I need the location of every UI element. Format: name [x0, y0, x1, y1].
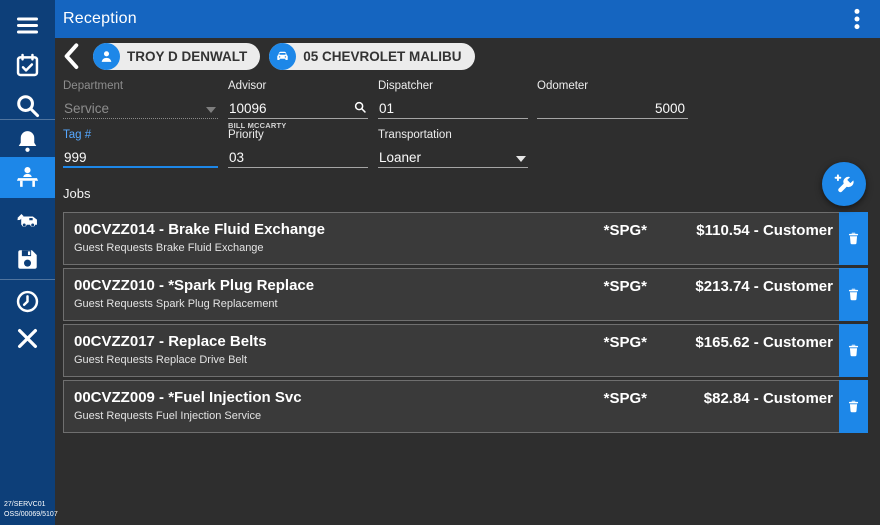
tag-label: Tag #	[63, 129, 92, 141]
sidebar-divider	[0, 119, 55, 120]
job-price: $110.54 - Customer	[696, 222, 833, 239]
calendar-check-icon	[16, 53, 39, 76]
transportation-field: Transportation Loaner	[378, 129, 528, 168]
jobs-section-label: Jobs	[63, 186, 91, 201]
job-spg-badge: *SPG*	[603, 390, 647, 407]
back-chevron-icon	[64, 43, 79, 70]
job-row[interactable]: 00CVZZ009 - *Fuel Injection Svc Guest Re…	[63, 380, 868, 433]
sidebar-item-history[interactable]	[0, 282, 55, 320]
sidebar-item-close[interactable]	[0, 319, 55, 357]
delete-job-button[interactable]	[839, 380, 868, 433]
job-row[interactable]: 00CVZZ010 - *Spark Plug Replace Guest Re…	[63, 268, 868, 321]
advisor-input[interactable]	[228, 101, 353, 116]
reception-desk-icon	[16, 167, 39, 187]
search-icon[interactable]	[353, 100, 367, 114]
sidebar-item-vehicle-writeup[interactable]	[0, 201, 55, 239]
hamburger-icon	[16, 16, 39, 34]
vehicle-pill[interactable]: 05 CHEVROLET MALIBU	[269, 43, 475, 70]
vehicle-name: 05 CHEVROLET MALIBU	[303, 49, 462, 64]
odometer-field: Odometer	[537, 80, 688, 119]
back-button[interactable]	[59, 43, 85, 70]
dispatcher-input[interactable]	[378, 101, 528, 116]
sidebar-divider	[0, 279, 55, 280]
car-edit-icon	[17, 213, 37, 227]
job-title: 00CVZZ009 - *Fuel Injection Svc	[74, 389, 302, 406]
transportation-value: Loaner	[379, 150, 422, 165]
dispatcher-field: Dispatcher	[378, 80, 528, 119]
trash-icon	[848, 344, 859, 357]
search-icon	[17, 94, 40, 117]
dispatcher-label: Dispatcher	[378, 80, 433, 92]
odometer-input[interactable]	[537, 101, 688, 116]
job-price: $82.84 - Customer	[703, 390, 833, 407]
job-price: $213.74 - Customer	[695, 278, 833, 295]
delete-job-button[interactable]	[839, 324, 868, 377]
close-icon	[17, 328, 38, 348]
page-title: Reception	[63, 10, 137, 27]
kebab-icon	[854, 8, 860, 30]
job-subtitle: Guest Requests Brake Fluid Exchange	[74, 242, 264, 254]
sidebar-item-reception[interactable]	[0, 157, 55, 198]
car-icon	[269, 43, 297, 70]
advisor-field: Advisor BILL MCCARTY	[228, 80, 368, 130]
tag-input[interactable]	[63, 150, 218, 165]
trash-icon	[848, 400, 859, 413]
job-row[interactable]: 00CVZZ017 - Replace Belts Guest Requests…	[63, 324, 868, 377]
job-price: $165.62 - Customer	[695, 334, 833, 351]
sidebar: 27/SERVC01 OSS/00069/5107	[0, 0, 58, 525]
department-label: Department	[63, 80, 124, 92]
customer-name: TROY D DENWALT	[127, 49, 248, 64]
job-spg-badge: *SPG*	[603, 278, 647, 295]
advisor-label: Advisor	[228, 80, 267, 92]
person-icon	[93, 43, 120, 70]
jobs-list: 00CVZZ014 - Brake Fluid Exchange Guest R…	[63, 212, 868, 436]
bell-icon	[18, 130, 37, 152]
job-subtitle: Guest Requests Fuel Injection Service	[74, 410, 262, 422]
job-row[interactable]: 00CVZZ014 - Brake Fluid Exchange Guest R…	[63, 212, 868, 265]
job-subtitle: Guest Requests Replace Drive Belt	[74, 354, 248, 366]
job-subtitle: Guest Requests Spark Plug Replacement	[74, 298, 278, 310]
transportation-select[interactable]: Loaner	[378, 146, 528, 168]
odometer-label: Odometer	[537, 80, 589, 92]
priority-label: Priority	[228, 129, 264, 141]
priority-field: Priority	[228, 129, 368, 168]
terminal-id: 27/SERVC01 OSS/00069/5107	[4, 500, 58, 520]
sidebar-item-save[interactable]	[0, 240, 55, 278]
department-input[interactable]	[63, 101, 206, 116]
tag-field: Tag #	[63, 129, 218, 168]
delete-job-button[interactable]	[839, 212, 868, 265]
add-job-button[interactable]	[822, 162, 866, 206]
delete-job-button[interactable]	[839, 268, 868, 321]
trash-icon	[848, 232, 859, 245]
priority-input[interactable]	[228, 150, 368, 165]
transportation-label: Transportation	[378, 129, 452, 141]
wrench-plus-icon	[834, 174, 854, 193]
customer-pill[interactable]: TROY D DENWALT	[93, 43, 261, 70]
sidebar-item-appointments[interactable]	[0, 46, 55, 84]
job-title: 00CVZZ014 - Brake Fluid Exchange	[74, 221, 325, 238]
terminal-id-line1: 27/SERVC01	[4, 501, 46, 508]
title-bar: Reception	[55, 0, 880, 38]
job-spg-badge: *SPG*	[603, 334, 647, 351]
trash-icon	[848, 288, 859, 301]
sidebar-item-notifications[interactable]	[0, 122, 55, 160]
context-bar: TROY D DENWALT 05 CHEVROLET MALIBU	[55, 38, 880, 75]
clock-icon	[16, 290, 39, 312]
sidebar-item-menu[interactable]	[0, 6, 55, 44]
overflow-menu-button[interactable]	[844, 5, 870, 33]
job-spg-badge: *SPG*	[603, 222, 647, 239]
terminal-id-line2: OSS/00069/5107	[4, 511, 58, 518]
department-field: Department	[63, 80, 218, 119]
job-title: 00CVZZ017 - Replace Belts	[74, 333, 267, 350]
save-icon	[18, 249, 37, 269]
reception-app: 27/SERVC01 OSS/00069/5107 Reception TROY…	[0, 0, 880, 525]
job-title: 00CVZZ010 - *Spark Plug Replace	[74, 277, 315, 294]
chevron-down-icon	[516, 156, 526, 162]
chevron-down-icon	[206, 107, 216, 113]
